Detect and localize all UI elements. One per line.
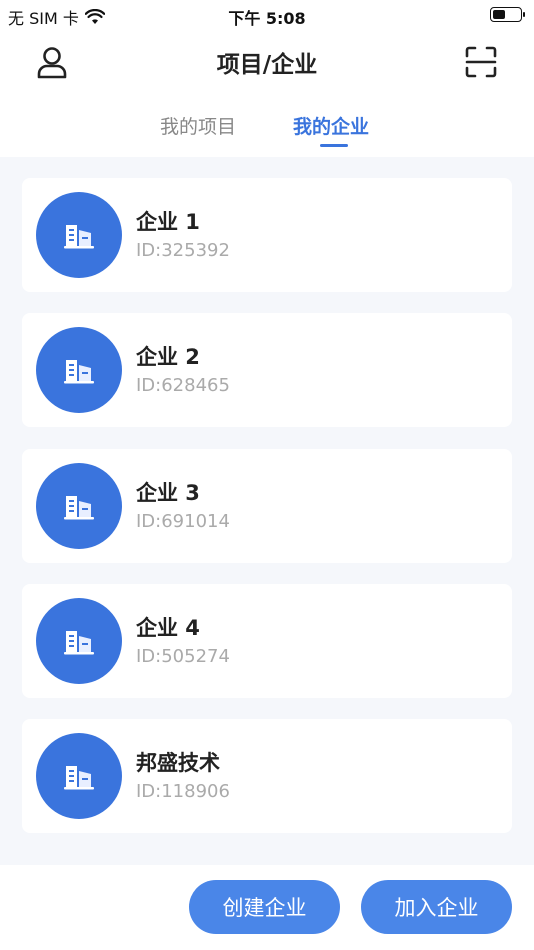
enterprise-name: 企业 2 xyxy=(136,345,200,369)
tab-bar: 我的项目 我的企业 xyxy=(0,100,534,156)
building-icon xyxy=(64,360,94,384)
join-enterprise-button[interactable]: 加入企业 xyxy=(361,880,512,934)
enterprise-card[interactable]: 企业 4 ID:505274 xyxy=(22,584,512,698)
enterprise-id: ID:325392 xyxy=(136,240,230,261)
bottom-action-bar: 创建企业 加入企业 xyxy=(0,865,534,950)
enterprise-id: ID:505274 xyxy=(136,646,230,667)
create-enterprise-button[interactable]: 创建企业 xyxy=(189,880,340,934)
enterprise-avatar xyxy=(36,733,122,819)
status-time: 下午 5:08 xyxy=(228,9,306,28)
enterprise-avatar xyxy=(36,598,122,684)
tab-my-enterprises[interactable]: 我的企业 xyxy=(293,112,369,139)
enterprise-list: 企业 1 ID:325392 企业 2 ID:628465 企业 3 ID:69… xyxy=(0,157,534,865)
enterprise-name: 企业 3 xyxy=(136,481,200,505)
nav-bar: 项目/企业 xyxy=(0,30,534,92)
battery-icon xyxy=(490,7,525,22)
enterprise-id: ID:691014 xyxy=(136,511,230,532)
battery-fill xyxy=(493,10,505,19)
enterprise-name: 企业 1 xyxy=(136,210,200,234)
building-icon xyxy=(64,496,94,520)
tab-my-projects[interactable]: 我的项目 xyxy=(160,112,236,139)
enterprise-id: ID:628465 xyxy=(136,375,230,396)
battery-outline xyxy=(490,7,525,22)
enterprise-name: 企业 4 xyxy=(136,616,200,640)
enterprise-card[interactable]: 企业 1 ID:325392 xyxy=(22,178,512,292)
enterprise-avatar xyxy=(36,463,122,549)
building-icon xyxy=(64,225,94,249)
enterprise-id: ID:118906 xyxy=(136,781,230,802)
building-icon xyxy=(64,631,94,655)
enterprise-card[interactable]: 企业 3 ID:691014 xyxy=(22,449,512,563)
scan-icon[interactable] xyxy=(464,45,498,79)
enterprise-name: 邦盛技术 xyxy=(136,751,220,775)
building-icon xyxy=(64,766,94,790)
enterprise-card[interactable]: 邦盛技术 ID:118906 xyxy=(22,719,512,833)
active-tab-indicator xyxy=(320,144,348,147)
enterprise-avatar xyxy=(36,327,122,413)
page-title: 项目/企业 xyxy=(216,52,318,78)
status-bar: 无 SIM 卡 下午 5:08 xyxy=(0,0,534,30)
enterprise-card[interactable]: 企业 2 ID:628465 xyxy=(22,313,512,427)
enterprise-avatar xyxy=(36,192,122,278)
